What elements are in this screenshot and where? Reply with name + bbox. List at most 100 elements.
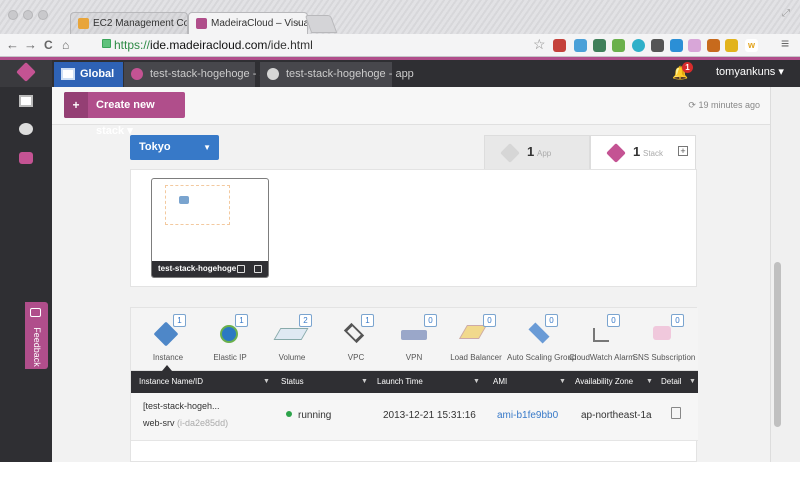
sort-icon: ▼ bbox=[263, 378, 270, 385]
photo-icon[interactable] bbox=[593, 39, 606, 52]
resource-type-label: Instance bbox=[152, 353, 184, 362]
shield-icon[interactable] bbox=[553, 39, 566, 52]
sort-icon: ▼ bbox=[646, 378, 653, 385]
column-header[interactable]: Status ▼ bbox=[281, 371, 373, 393]
home-button[interactable]: ⌂ bbox=[62, 37, 69, 53]
close-tab-icon[interactable]: × bbox=[295, 13, 301, 34]
w-icon[interactable]: w bbox=[745, 39, 758, 52]
stacks-count-tab[interactable]: 1 Stack + bbox=[590, 135, 696, 169]
crown-icon[interactable] bbox=[725, 39, 738, 52]
resource-type-elastic-ip[interactable]: 1 Elastic IP bbox=[197, 308, 263, 371]
region-dropdown[interactable]: Tokyo ▼ bbox=[130, 135, 219, 160]
ami-link[interactable]: ami-b1fe9bb0 bbox=[497, 410, 558, 421]
dashboard-icon[interactable] bbox=[19, 95, 33, 107]
new-tab-button[interactable] bbox=[304, 15, 338, 33]
tab-label: test-stack-hogehoge - app bbox=[286, 68, 414, 80]
resource-count-badge: 1 bbox=[235, 314, 248, 327]
column-header[interactable]: Launch Time ▼ bbox=[377, 371, 487, 393]
resource-type-label: VPN bbox=[405, 353, 423, 362]
duplicate-icon[interactable] bbox=[237, 265, 245, 273]
resource-count-badge: 0 bbox=[424, 314, 437, 327]
flow-icon[interactable] bbox=[632, 39, 645, 52]
feedback-tab[interactable]: Feedback bbox=[25, 302, 48, 369]
scissors-icon[interactable] bbox=[688, 39, 701, 52]
evernote-icon-2[interactable] bbox=[651, 39, 664, 52]
delete-icon[interactable] bbox=[254, 265, 262, 273]
browser-menu-icon[interactable]: ≡ bbox=[781, 35, 789, 51]
close-window-button[interactable] bbox=[8, 10, 18, 20]
zoom-window-button[interactable] bbox=[38, 10, 48, 20]
url-scheme: https:// bbox=[114, 38, 151, 52]
stack-list-icon[interactable] bbox=[19, 152, 33, 164]
vimeo-icon[interactable] bbox=[574, 39, 587, 52]
apps-count-tab[interactable]: 1 App bbox=[484, 135, 590, 169]
last-updated[interactable]: ⟳ 19 minutes ago bbox=[688, 100, 760, 111]
add-stack-icon[interactable]: + bbox=[678, 146, 688, 156]
sort-icon: ▼ bbox=[689, 378, 696, 385]
column-header[interactable]: Detail ▼ bbox=[661, 371, 697, 393]
resource-type-vpc[interactable]: 1 VPC bbox=[323, 308, 389, 371]
user-menu[interactable]: tomyankuns ▾ bbox=[716, 65, 784, 78]
browser-tabstrip: EC2 Management Console MadeiraCloud – Vi… bbox=[0, 0, 800, 34]
back-button[interactable]: ← bbox=[6, 37, 19, 53]
stack-cube-icon bbox=[131, 68, 143, 80]
instance-name: [test-stack-hogeh... bbox=[143, 401, 220, 411]
lock-icon bbox=[102, 39, 111, 48]
resource-type-sns[interactable]: 0 SNS Subscription bbox=[631, 308, 697, 371]
resource-type-label: VPC bbox=[347, 353, 365, 362]
column-header[interactable]: AMI ▼ bbox=[493, 371, 571, 393]
tab-app[interactable]: test-stack-hogehoge - app bbox=[260, 62, 414, 87]
address-bar[interactable]: https://ide.madeiracloud.com/ide.html bbox=[114, 37, 313, 53]
stack-thumbnail[interactable]: test-stack-hogehoge bbox=[151, 178, 269, 278]
detail-icon[interactable] bbox=[671, 407, 681, 419]
apps-count: 1 bbox=[527, 144, 535, 159]
forward-button[interactable]: → bbox=[24, 37, 37, 53]
resource-type-volume[interactable]: 2 Volume bbox=[259, 308, 325, 371]
elastic-ip-icon bbox=[220, 325, 238, 343]
share-icon[interactable] bbox=[670, 39, 683, 52]
tab-global[interactable]: Global bbox=[54, 62, 123, 87]
resource-type-load-balancer[interactable]: 0 Load Balancer bbox=[443, 308, 509, 371]
resource-type-label: Load Balancer bbox=[450, 353, 502, 362]
stacks-count: 1 bbox=[633, 144, 641, 159]
resource-type-auto-scaling[interactable]: 0 Auto Scaling Group bbox=[507, 308, 576, 371]
chevron-down-icon: ▼ bbox=[203, 143, 211, 152]
app-logo[interactable] bbox=[0, 60, 52, 87]
column-header[interactable]: Availability Zone ▼ bbox=[575, 371, 657, 393]
reload-button[interactable]: C bbox=[44, 37, 53, 53]
page-scrollbar[interactable] bbox=[770, 87, 800, 462]
app-list-icon[interactable] bbox=[19, 123, 33, 135]
bookmark-star-icon[interactable]: ☆ bbox=[533, 36, 546, 53]
resource-type-bar: 1 Instance 1 Elastic IP 2 Volume 1 VPC 0… bbox=[131, 308, 698, 371]
last-updated-label: 19 minutes ago bbox=[698, 100, 760, 110]
fullscreen-icon[interactable]: ⤢ bbox=[782, 8, 790, 19]
sort-icon: ▼ bbox=[473, 378, 480, 385]
load-balancer-icon bbox=[458, 325, 488, 339]
vpn-icon bbox=[401, 330, 427, 340]
scrollbar-thumb[interactable] bbox=[774, 262, 781, 427]
url-host: ide.madeiracloud.com bbox=[150, 38, 268, 52]
apps-label: App bbox=[537, 149, 552, 158]
column-header-label: Availability Zone bbox=[575, 377, 634, 386]
stack-thumbnail-footer: test-stack-hogehoge bbox=[152, 261, 268, 277]
browser-tab-madeira[interactable]: MadeiraCloud – Visual Clo × bbox=[188, 12, 308, 34]
table-row[interactable]: [test-stack-hogeh... web-srv (i-da2e85dd… bbox=[131, 393, 698, 441]
resource-type-label: Elastic IP bbox=[213, 353, 247, 362]
column-header-label: AMI bbox=[493, 377, 508, 386]
evernote-icon[interactable] bbox=[612, 39, 625, 52]
refresh-icon: ⟳ bbox=[688, 100, 696, 110]
create-new-stack-button[interactable]: + Create new stack ▾ bbox=[64, 92, 185, 137]
resource-type-instance[interactable]: 1 Instance bbox=[135, 308, 201, 371]
browser-tab-label: MadeiraCloud – Visual Clo bbox=[211, 18, 307, 29]
resource-type-vpn[interactable]: 0 VPN bbox=[381, 308, 447, 371]
k-icon[interactable] bbox=[707, 39, 720, 52]
app-topbar: Global test-stack-hogehoge - st... test-… bbox=[0, 57, 800, 87]
browser-tab-ec2[interactable]: EC2 Management Console bbox=[70, 12, 188, 34]
logo-cube-icon bbox=[16, 62, 36, 82]
minimize-window-button[interactable] bbox=[23, 10, 33, 20]
tab-stack[interactable]: test-stack-hogehoge - st... bbox=[124, 62, 277, 87]
resource-count-badge: 0 bbox=[483, 314, 496, 327]
resource-type-cloudwatch[interactable]: 0 CloudWatch Alarm bbox=[569, 308, 635, 371]
column-header[interactable]: Instance Name/ID ▼ bbox=[139, 371, 277, 393]
column-header-label: Launch Time bbox=[377, 377, 423, 386]
